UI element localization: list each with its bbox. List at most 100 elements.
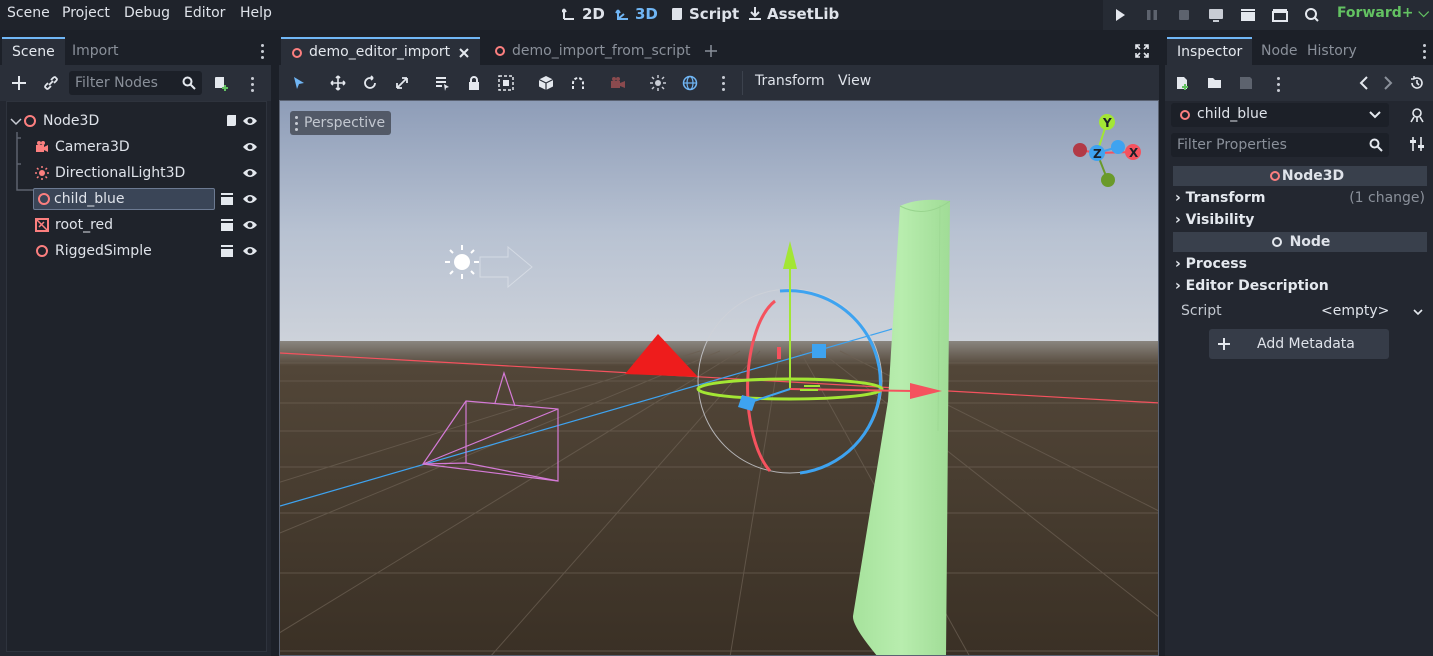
scene-tree: Node3D Camera3D DirectionalLight3D child… bbox=[6, 101, 267, 652]
view-menu[interactable]: View bbox=[838, 73, 871, 89]
chevron-right-icon[interactable] bbox=[1383, 76, 1393, 90]
snap-icon[interactable] bbox=[570, 75, 586, 91]
script-value: <empty> bbox=[1321, 303, 1390, 319]
play-button[interactable] bbox=[1111, 6, 1129, 24]
category-visibility[interactable]: › Visibility bbox=[1175, 209, 1425, 231]
directional-light-icon bbox=[35, 166, 49, 180]
rotate-tool-icon[interactable] bbox=[362, 75, 378, 91]
tab-demo-import-from-script[interactable]: demo_import_from_script bbox=[484, 37, 701, 65]
chevron-down-icon bbox=[1369, 111, 1381, 119]
tree-item[interactable]: Node3D bbox=[7, 108, 266, 134]
scene-instance-icon[interactable] bbox=[220, 244, 234, 258]
remote-debug-button[interactable] bbox=[1207, 6, 1225, 24]
add-metadata-button[interactable]: Add Metadata bbox=[1209, 329, 1389, 359]
script-value-picker[interactable]: <empty> bbox=[1305, 301, 1427, 323]
attach-script-icon[interactable] bbox=[213, 75, 229, 91]
object-properties-icon[interactable] bbox=[1408, 107, 1426, 123]
perspective-menu[interactable]: Perspective bbox=[290, 111, 392, 135]
workspace-assetlib-button[interactable]: AssetLib bbox=[747, 5, 839, 23]
camera-preview-icon[interactable] bbox=[610, 75, 626, 91]
node3d-icon bbox=[495, 46, 505, 56]
stop-button[interactable] bbox=[1175, 6, 1193, 24]
filter-properties-input[interactable]: Filter Properties bbox=[1171, 133, 1389, 157]
tree-item[interactable]: DirectionalLight3D bbox=[7, 160, 266, 186]
select-tool-icon[interactable] bbox=[291, 75, 307, 91]
inspector-tabs: Inspector Node History bbox=[1165, 37, 1433, 65]
menu-help[interactable]: Help bbox=[240, 5, 272, 21]
tree-item-selected[interactable]: child_blue bbox=[7, 186, 266, 212]
tools-icon[interactable] bbox=[1409, 136, 1425, 152]
sun-preview-icon[interactable] bbox=[650, 75, 666, 91]
tree-item[interactable]: Camera3D bbox=[7, 134, 266, 160]
menu-project[interactable]: Project bbox=[62, 5, 110, 21]
play-custom-scene-button[interactable] bbox=[1271, 6, 1289, 24]
renderer-selector[interactable]: Forward+ ⌵ bbox=[1337, 5, 1429, 21]
tree-item[interactable]: RiggedSimple bbox=[7, 238, 266, 264]
renderer-label: Forward+ bbox=[1336, 5, 1414, 21]
camera3d-icon bbox=[36, 141, 48, 152]
script-property-label: Script bbox=[1181, 303, 1222, 319]
add-tab-icon[interactable] bbox=[704, 44, 718, 58]
viewport-toolbar: Transform View bbox=[279, 65, 1159, 100]
menu-debug[interactable]: Debug bbox=[124, 5, 170, 21]
pause-icon bbox=[1147, 10, 1157, 20]
3d-viewport[interactable]: Y X Z Perspective bbox=[279, 100, 1159, 656]
add-node-icon[interactable] bbox=[11, 75, 27, 91]
tab-inspector[interactable]: Inspector bbox=[1167, 37, 1253, 65]
category-process[interactable]: › Process bbox=[1175, 253, 1425, 275]
tab-history[interactable]: History bbox=[1297, 37, 1367, 65]
distraction-free-icon[interactable] bbox=[1135, 44, 1149, 58]
movie-maker-button[interactable] bbox=[1303, 6, 1321, 24]
move-tool-icon[interactable] bbox=[330, 75, 346, 91]
open-folder-icon[interactable] bbox=[1207, 76, 1223, 90]
visibility-eye-icon[interactable] bbox=[242, 219, 258, 231]
workspace-script-button[interactable]: Script bbox=[669, 5, 739, 23]
filter-nodes-input[interactable]: Filter Nodes bbox=[69, 71, 202, 95]
visibility-eye-icon[interactable] bbox=[242, 115, 258, 127]
category-transform[interactable]: › Transform (1 change) bbox=[1175, 187, 1425, 209]
tab-demo-editor-import[interactable]: demo_editor_import bbox=[281, 37, 481, 65]
inspector-tools-menu-icon[interactable] bbox=[1276, 77, 1280, 92]
new-resource-icon[interactable] bbox=[1175, 76, 1189, 90]
tab-import[interactable]: Import bbox=[62, 37, 128, 65]
scene-instance-icon[interactable] bbox=[220, 192, 234, 206]
workspace-3d-button[interactable]: 3D bbox=[615, 5, 658, 23]
tree-item-label: Node3D bbox=[43, 113, 100, 129]
script-icon[interactable] bbox=[224, 114, 238, 128]
workspace-2d-button[interactable]: 2D bbox=[562, 5, 605, 23]
lock-icon[interactable] bbox=[466, 75, 482, 91]
scene-instance-icon[interactable] bbox=[220, 218, 234, 232]
3d-icon bbox=[615, 9, 628, 20]
selected-node-picker[interactable]: child_blue bbox=[1171, 103, 1389, 127]
close-icon[interactable] bbox=[458, 47, 470, 59]
viewport-toolbar-menu-icon[interactable] bbox=[721, 76, 725, 91]
scene-dock-tabs: Scene Import bbox=[0, 37, 271, 65]
visibility-eye-icon[interactable] bbox=[242, 193, 258, 205]
menu-scene[interactable]: Scene bbox=[7, 5, 50, 21]
inspector-dock-menu-icon[interactable] bbox=[1422, 44, 1426, 59]
link-icon[interactable] bbox=[43, 75, 59, 91]
transform-menu[interactable]: Transform bbox=[755, 73, 825, 89]
menu-editor[interactable]: Editor bbox=[184, 5, 225, 21]
remote-debug-icon bbox=[1209, 9, 1223, 22]
snap-object-icon[interactable] bbox=[538, 75, 554, 91]
scale-tool-icon[interactable] bbox=[394, 75, 410, 91]
category-editor-description[interactable]: › Editor Description bbox=[1175, 275, 1425, 297]
visibility-eye-icon[interactable] bbox=[242, 245, 258, 257]
pause-button[interactable] bbox=[1143, 6, 1161, 24]
group-icon[interactable] bbox=[498, 75, 514, 91]
environment-preview-icon[interactable] bbox=[682, 75, 698, 91]
tree-item[interactable]: root_red bbox=[7, 212, 266, 238]
chevron-right-icon: › bbox=[1175, 278, 1181, 294]
selected-node-name: child_blue bbox=[1197, 106, 1268, 122]
scene-dock-menu-icon[interactable] bbox=[260, 44, 264, 59]
tab-scene[interactable]: Scene bbox=[2, 37, 65, 65]
scene-toolbar-menu-icon[interactable] bbox=[250, 77, 254, 92]
play-scene-button[interactable] bbox=[1239, 6, 1257, 24]
visibility-eye-icon[interactable] bbox=[242, 167, 258, 179]
list-select-icon[interactable] bbox=[434, 75, 450, 91]
chevron-left-icon[interactable] bbox=[1359, 76, 1369, 90]
save-icon[interactable] bbox=[1239, 76, 1253, 90]
history-icon[interactable] bbox=[1409, 75, 1425, 91]
visibility-eye-icon[interactable] bbox=[242, 141, 258, 153]
